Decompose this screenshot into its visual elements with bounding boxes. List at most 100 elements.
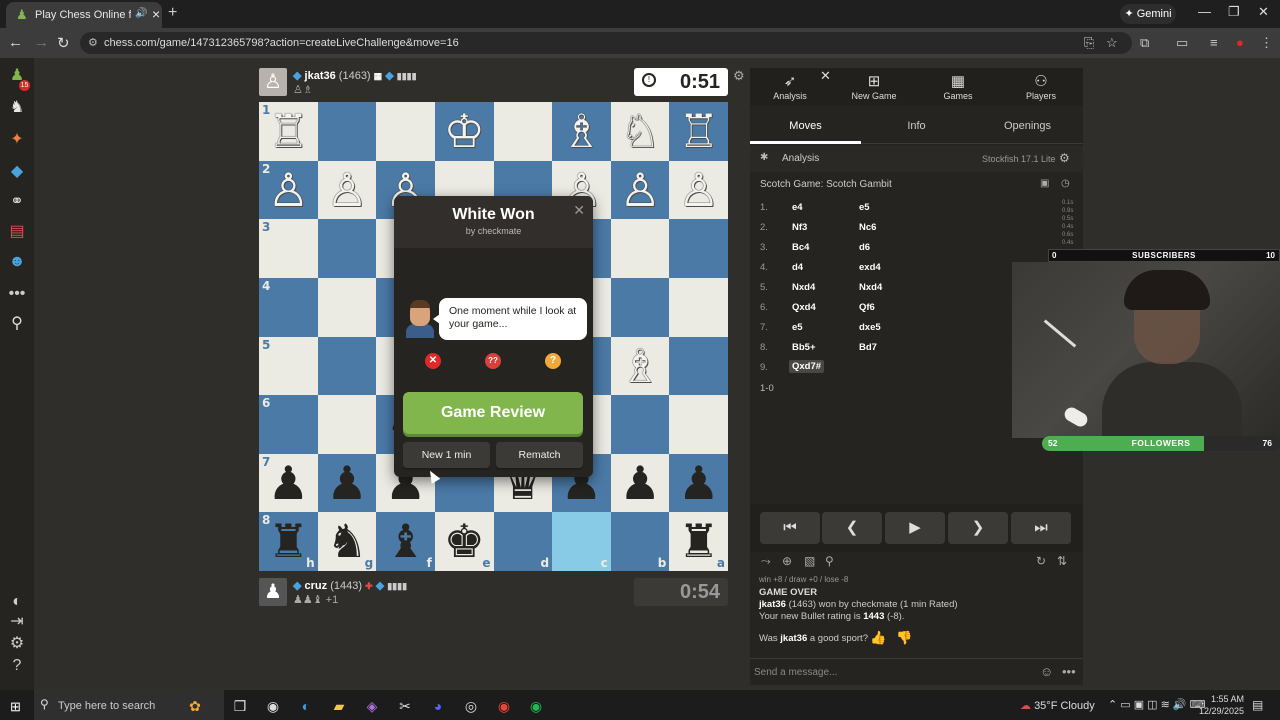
next-move-button[interactable]: ❯	[948, 512, 1008, 544]
maximize-icon[interactable]: ❐	[1228, 4, 1240, 20]
share-icon[interactable]: ⤳	[761, 554, 771, 569]
close-tab-icon[interactable]: ×	[152, 6, 160, 22]
black-move[interactable]: Bd7	[859, 342, 877, 353]
nav-analysis[interactable]: ➶ Analysis	[750, 73, 830, 101]
extensions-icon[interactable]: ⧉	[1140, 35, 1149, 51]
rematch-button[interactable]: Rematch	[496, 442, 583, 468]
square-g7[interactable]: ♟	[317, 453, 377, 513]
black-rook-piece[interactable]: ♜	[268, 514, 309, 568]
square-b4[interactable]	[610, 277, 670, 337]
square-e1[interactable]: ♔	[434, 102, 494, 161]
system-tray[interactable]: ⌃ ▭ ▣ ◫ ≋ 🔊 ⌨	[1108, 698, 1206, 711]
new-tab-button[interactable]: +	[168, 4, 177, 22]
back-icon[interactable]: ←	[8, 34, 23, 51]
image-icon[interactable]: ▧	[804, 554, 815, 568]
site-info-icon[interactable]: ⚙	[88, 36, 98, 49]
square-a8[interactable]: ♜ a	[669, 512, 728, 571]
top-player-name[interactable]: ◆ jkat36 (1463) ▦ ◆ ▮▮▮▮	[293, 69, 417, 82]
address-bar[interactable]: ⚙ chess.com/game/147312365798?action=cre…	[80, 32, 1132, 54]
chat-input[interactable]: Send a message... ☺ •••	[750, 658, 1083, 685]
black-bishop-piece[interactable]: ♝	[385, 514, 426, 568]
square-b2[interactable]: ♙	[610, 160, 670, 220]
square-b6[interactable]	[610, 395, 670, 454]
news-icon[interactable]: ▤	[7, 222, 27, 242]
tab-info[interactable]: Info	[861, 120, 972, 132]
square-a4[interactable]	[669, 277, 728, 337]
gemini-button[interactable]: ✦ Gemini	[1120, 4, 1176, 24]
add-icon[interactable]: ⊕	[782, 554, 792, 568]
square-h3[interactable]: 3	[259, 219, 318, 278]
file-explorer-icon[interactable]: ▰	[330, 697, 348, 715]
square-b8[interactable]: b	[610, 512, 670, 571]
emoji-icon[interactable]: ☺	[1040, 664, 1053, 679]
forward-icon[interactable]: →	[34, 34, 49, 51]
play-button[interactable]: ▶	[885, 512, 945, 544]
split-view-icon[interactable]: ▭	[1176, 35, 1188, 51]
black-pawn-piece[interactable]: ♟	[619, 456, 660, 510]
square-g2[interactable]: ♙	[317, 160, 377, 220]
square-g4[interactable]	[317, 277, 377, 337]
search-highlight-icon[interactable]: ✿	[186, 697, 204, 715]
timer-icon[interactable]: ◷	[1061, 178, 1070, 189]
white-pawn-piece[interactable]: ♙	[678, 163, 719, 217]
square-b1[interactable]: ♘	[610, 102, 670, 161]
square-h6[interactable]: 6	[259, 395, 318, 454]
square-g3[interactable]	[317, 219, 377, 278]
browser-menu-icon[interactable]: ⋮	[1260, 35, 1273, 51]
square-f1[interactable]	[376, 102, 435, 161]
close-icon[interactable]: ✕	[573, 202, 585, 219]
bookmark-star-icon[interactable]: ☆	[1106, 35, 1118, 51]
square-c1[interactable]: ♗	[552, 102, 611, 161]
white-move[interactable]: Bc4	[792, 242, 809, 253]
minimize-icon[interactable]: —	[1198, 4, 1211, 19]
black-move[interactable]: exd4	[859, 262, 881, 273]
settings-icon[interactable]: ⚙	[7, 634, 27, 654]
black-move[interactable]: Qf6	[859, 302, 875, 313]
previous-move-button[interactable]: ❮	[822, 512, 882, 544]
top-player-avatar[interactable]: ♙	[259, 68, 287, 96]
white-move[interactable]: e5	[792, 322, 803, 333]
install-app-icon[interactable]: ⎘	[1084, 35, 1094, 51]
white-move[interactable]: Qxd4	[792, 302, 816, 313]
white-move[interactable]: d4	[792, 262, 803, 273]
white-move[interactable]: Nf3	[792, 222, 807, 233]
thumbs-down-icon[interactable]: 👎	[896, 630, 912, 646]
refresh-icon[interactable]: ↻	[1036, 554, 1046, 568]
black-move[interactable]: Nc6	[859, 222, 876, 233]
white-king-piece[interactable]: ♔	[444, 104, 485, 158]
black-move[interactable]: e5	[859, 202, 870, 213]
chat-more-icon[interactable]: •••	[1062, 664, 1076, 679]
board-settings-icon[interactable]: ⚙	[733, 68, 745, 84]
square-a3[interactable]	[669, 219, 728, 278]
edge-icon[interactable]: ◐	[297, 697, 315, 715]
new-game-button[interactable]: New 1 min	[403, 442, 490, 468]
black-move[interactable]: d6	[859, 242, 870, 253]
chrome-icon[interactable]: ◉	[495, 697, 513, 715]
white-rook-piece[interactable]: ♖	[678, 104, 719, 158]
square-a6[interactable]	[669, 395, 728, 454]
capcut-icon[interactable]: ✂	[396, 697, 414, 715]
top-player-username[interactable]: jkat36	[305, 70, 336, 82]
white-pawn-piece[interactable]: ♙	[619, 163, 660, 217]
nav-players[interactable]: ⚇ Players	[1001, 73, 1081, 101]
task-view-icon[interactable]: ❒	[231, 697, 249, 715]
analysis-toggle-icon[interactable]: ✱	[760, 152, 772, 164]
bottom-player-name[interactable]: ◆ cruz (1443) ✚ ◆ ▮▮▮▮	[293, 579, 407, 592]
engine-settings-icon[interactable]: ⚙	[1059, 151, 1070, 165]
taskbar-clock[interactable]: 1:55 AM 12/29/2025	[1196, 693, 1244, 717]
white-move[interactable]: Qxd7#	[789, 360, 825, 373]
puzzles-icon[interactable]: ✦	[7, 130, 27, 150]
watch-icon[interactable]: ⚭	[7, 192, 27, 212]
black-rook-piece[interactable]: ♜	[678, 514, 719, 568]
black-pawn-piece[interactable]: ♟	[326, 456, 367, 510]
notification-icon[interactable]: ▤	[1252, 698, 1263, 712]
book-icon[interactable]: ▣	[1040, 178, 1049, 189]
white-bishop-piece[interactable]: ♗	[561, 104, 602, 158]
white-move[interactable]: Nxd4	[792, 282, 815, 293]
square-e8[interactable]: ♚ e	[434, 512, 494, 571]
white-bishop-piece[interactable]: ♗	[619, 339, 660, 393]
close-window-icon[interactable]: ✕	[1258, 4, 1269, 20]
obs-icon[interactable]: ◉	[264, 697, 282, 715]
square-h1[interactable]: ♖ 1	[259, 102, 318, 161]
discord-icon[interactable]: ◕	[429, 697, 447, 715]
